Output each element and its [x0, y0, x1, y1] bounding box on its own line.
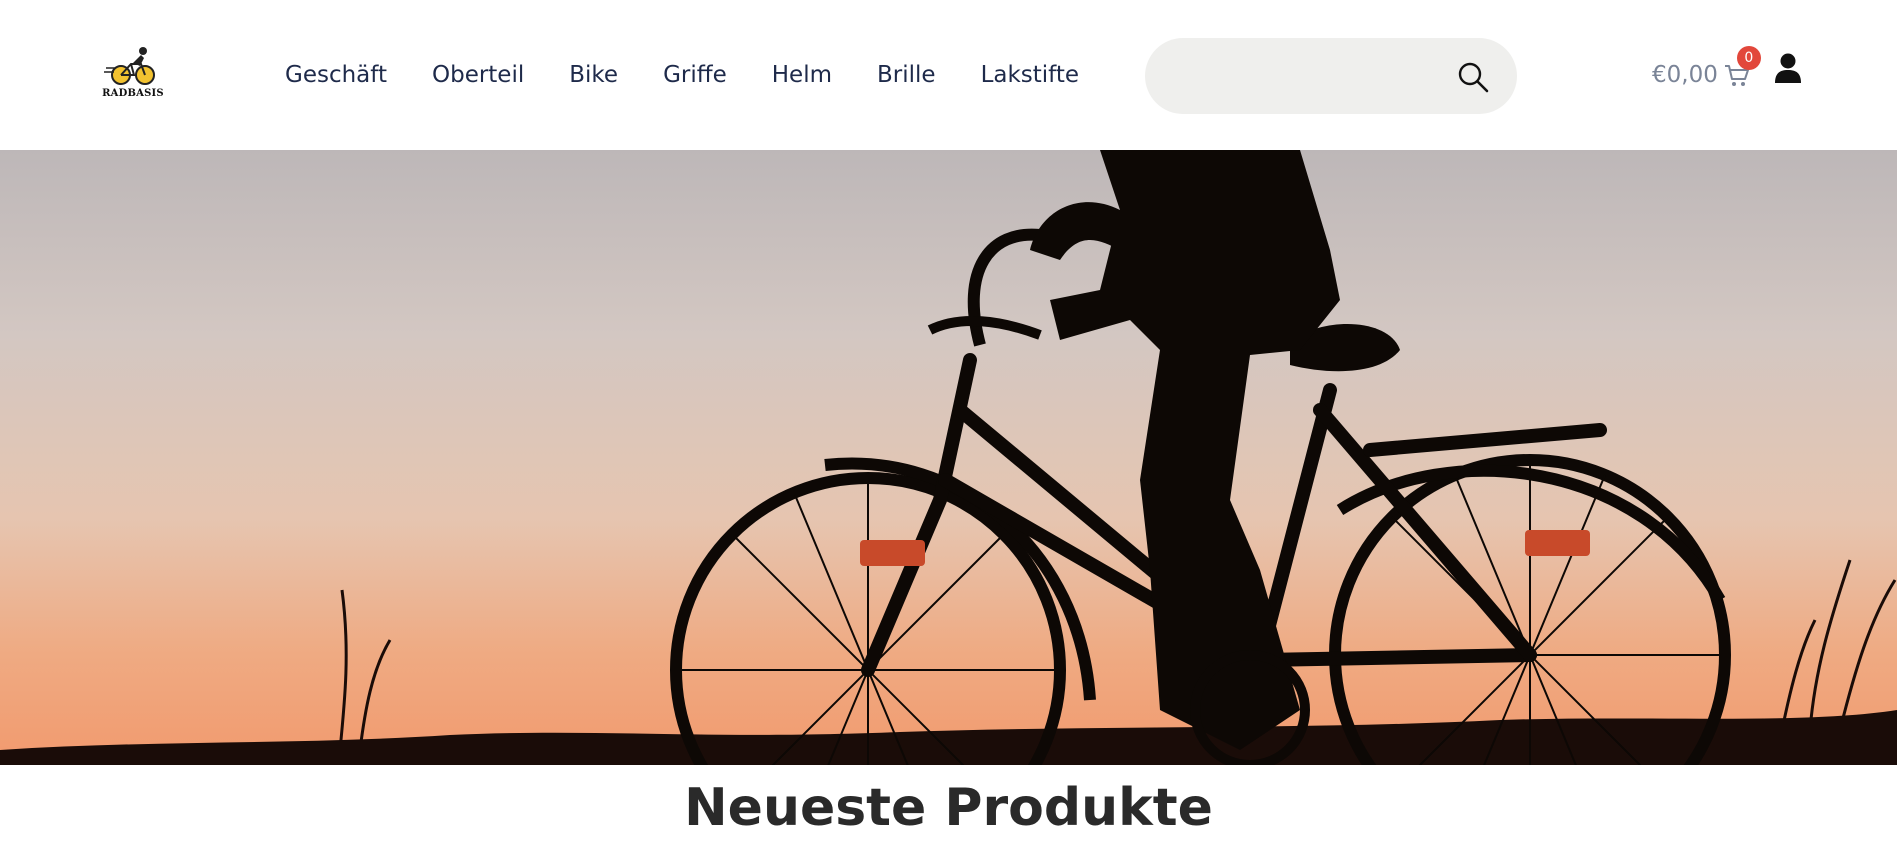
bicycle-silhouette-image [0, 150, 1897, 765]
user-icon [1775, 53, 1801, 83]
logo-text: RADBASIS [102, 88, 164, 99]
account-link[interactable] [1774, 52, 1804, 86]
nav-item-oberteil[interactable]: Oberteil [432, 62, 524, 88]
search-icon [1458, 62, 1489, 93]
nav-item-griffe[interactable]: Griffe [663, 62, 727, 88]
cart-link[interactable]: €0,00 0 [1652, 46, 1761, 92]
cart-total: €0,00 [1652, 62, 1718, 88]
search-input[interactable] [1175, 56, 1435, 96]
cart-icon: 0 [1724, 46, 1761, 88]
hero-banner [0, 150, 1897, 765]
site-header: RADBASIS Geschäft Oberteil Bike Griffe H… [0, 0, 1897, 150]
nav-item-brille[interactable]: Brille [877, 62, 936, 88]
section-title-newest-products: Neueste Produkte [684, 778, 1213, 838]
search-button[interactable] [1457, 60, 1491, 94]
cart-count-badge: 0 [1736, 46, 1761, 70]
nav-item-geschaeft[interactable]: Geschäft [285, 62, 387, 88]
nav-item-helm[interactable]: Helm [772, 62, 832, 88]
cyclist-logo-icon [104, 47, 155, 85]
main-navigation: Geschäft Oberteil Bike Griffe Helm Brill… [285, 58, 1079, 92]
nav-item-bike[interactable]: Bike [569, 62, 618, 88]
nav-item-lakstifte[interactable]: Lakstifte [981, 62, 1079, 88]
search-box [1145, 38, 1517, 114]
site-logo[interactable]: RADBASIS [100, 46, 166, 102]
